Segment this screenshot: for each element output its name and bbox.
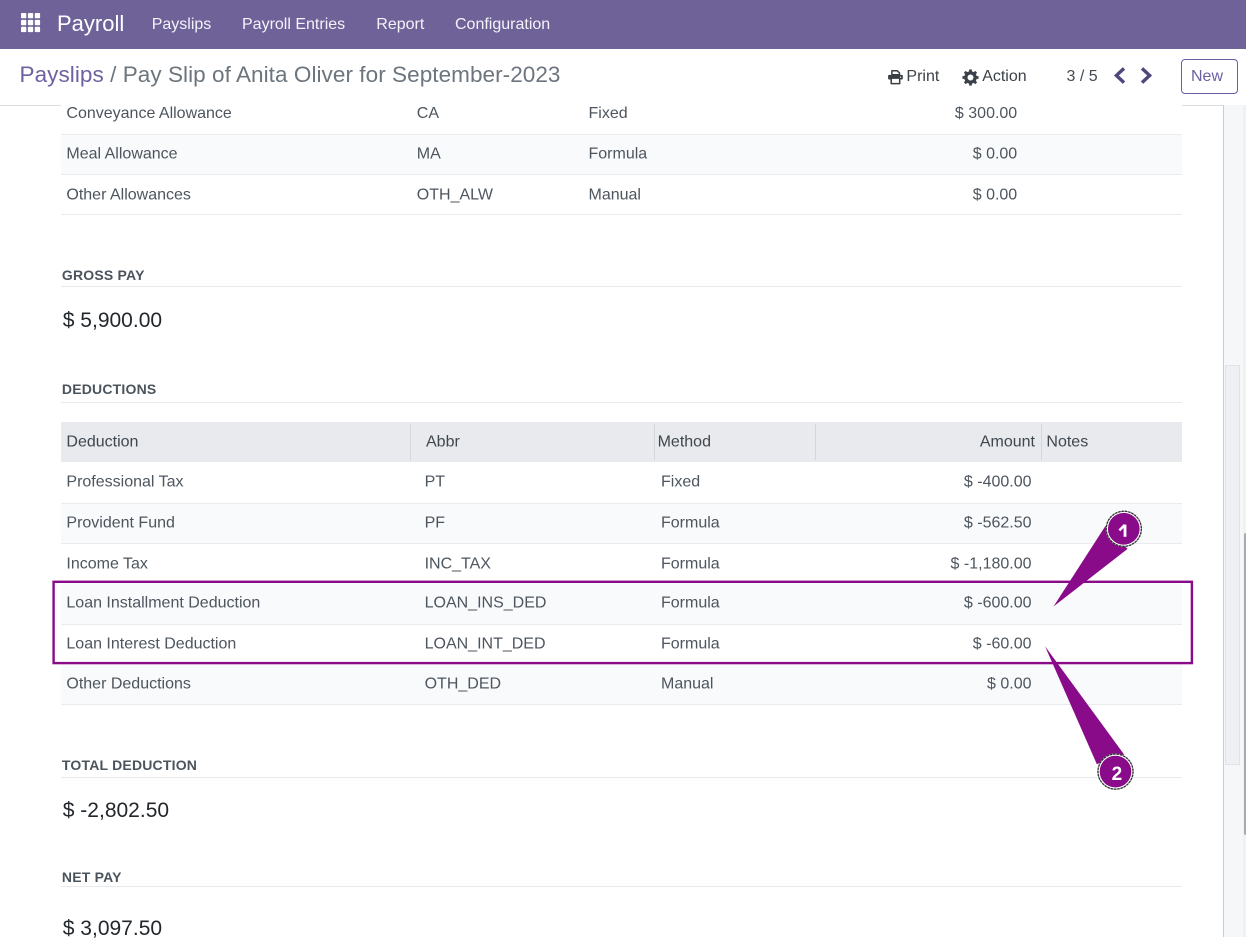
- svg-text:2: 2: [1112, 764, 1123, 785]
